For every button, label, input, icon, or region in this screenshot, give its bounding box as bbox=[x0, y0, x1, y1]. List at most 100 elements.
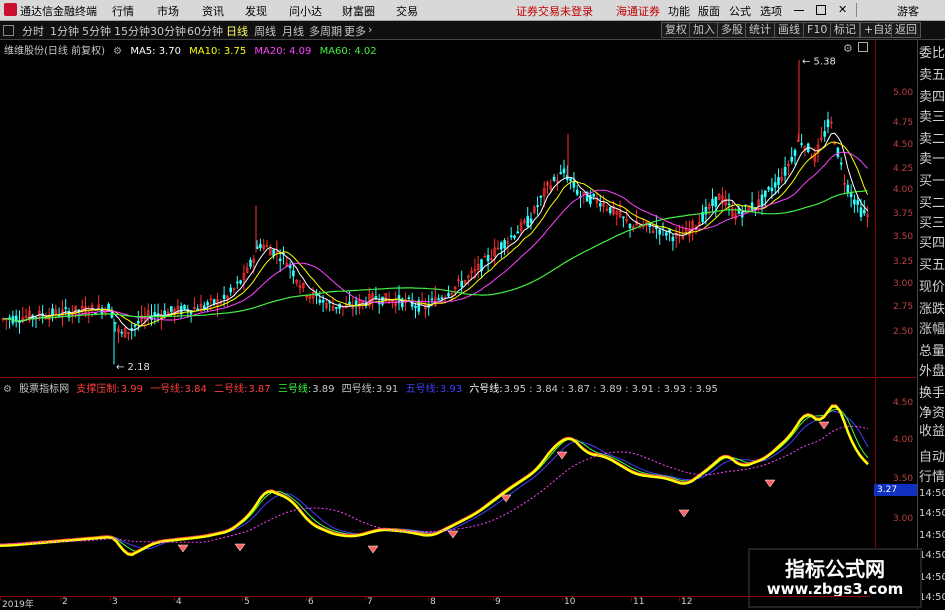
candle-body bbox=[236, 281, 239, 284]
quote-panel-item[interactable]: 卖三 bbox=[919, 106, 945, 125]
tab-30min[interactable]: 30分钟 bbox=[150, 23, 186, 39]
tab-5min[interactable]: 5分钟 bbox=[82, 23, 111, 39]
candle-body bbox=[622, 216, 625, 219]
y-tick: 2.75 bbox=[893, 302, 914, 312]
close-icon[interactable]: ✕ bbox=[838, 3, 847, 16]
quote-panel-item[interactable]: 委比 bbox=[919, 42, 945, 61]
date-label: 7 bbox=[367, 597, 373, 607]
quote-panel-item[interactable]: 买三 bbox=[919, 212, 945, 231]
tab-daily[interactable]: 日线 bbox=[226, 23, 248, 39]
menu-zixun[interactable]: 资讯 bbox=[202, 3, 224, 19]
chart-maximize-icon[interactable] bbox=[858, 42, 868, 52]
menu-shichang[interactable]: 市场 bbox=[157, 3, 179, 19]
quote-panel-item[interactable]: 外盘 bbox=[919, 360, 945, 379]
tab-monthly[interactable]: 月线 bbox=[282, 23, 304, 39]
minimize-icon[interactable] bbox=[794, 10, 804, 11]
y-tick: 3.75 bbox=[893, 209, 914, 219]
guest-label[interactable]: 游客 bbox=[897, 3, 919, 19]
low-annotation: ← 2.18 bbox=[116, 362, 150, 373]
candle-body bbox=[486, 254, 490, 262]
quote-panel-item[interactable]: 14:50 bbox=[919, 550, 945, 561]
line-label-3: 三号线: bbox=[277, 384, 312, 395]
candle-body bbox=[760, 194, 764, 206]
chevron-right-icon[interactable]: › bbox=[368, 23, 372, 36]
indicator-chart[interactable] bbox=[0, 396, 875, 596]
draw-line-button[interactable]: 画线 bbox=[774, 22, 804, 38]
back-button[interactable]: 返回 bbox=[891, 22, 921, 38]
quote-panel-item[interactable]: 净资 bbox=[919, 402, 945, 421]
account-status[interactable]: 证券交易未登录 bbox=[516, 3, 593, 19]
indicator-settings-icon[interactable]: ⚙ bbox=[3, 384, 12, 395]
tab-1min[interactable]: 1分钟 bbox=[50, 23, 79, 39]
quote-panel-item[interactable]: 自动 bbox=[919, 446, 945, 465]
menu-xuanxiang[interactable]: 选项 bbox=[760, 3, 782, 19]
quote-panel-item[interactable]: 总量 bbox=[919, 340, 945, 359]
y-tick: 3.25 bbox=[893, 257, 914, 267]
candle-body bbox=[783, 166, 787, 176]
date-tick bbox=[562, 597, 563, 601]
menu-faxian[interactable]: 发现 bbox=[245, 3, 267, 19]
maximize-icon[interactable] bbox=[816, 5, 826, 15]
date-tick bbox=[242, 597, 243, 601]
indicator-info: ⚙ 股票指标网 支撑压制:3.99 一号线:3.84 二号线:3.87 三号线:… bbox=[0, 380, 870, 395]
quote-panel-item[interactable]: 14:50 bbox=[919, 592, 945, 603]
menu-banmian[interactable]: 版面 bbox=[698, 3, 720, 19]
quote-panel-item[interactable]: 行情 bbox=[919, 466, 945, 485]
tab-60min[interactable]: 60分钟 bbox=[187, 23, 223, 39]
add-button[interactable]: 加入 bbox=[689, 22, 719, 38]
menu-gongneng[interactable]: 功能 bbox=[668, 3, 690, 19]
app-title: 通达信金融终端 bbox=[20, 5, 97, 18]
multi-stock-button[interactable]: 多股 bbox=[717, 22, 747, 38]
menu-gongshi[interactable]: 公式 bbox=[729, 3, 751, 19]
date-label: 4 bbox=[176, 597, 182, 607]
candle-body bbox=[509, 235, 513, 238]
tab-weekly[interactable]: 周线 bbox=[254, 23, 276, 39]
date-label: 9 bbox=[495, 597, 501, 607]
quote-panel-item[interactable]: 买一 bbox=[919, 170, 945, 189]
f10-button[interactable]: F10 bbox=[803, 22, 832, 38]
menu-wenxiaoda[interactable]: 问小达 bbox=[289, 3, 322, 19]
candle-body bbox=[137, 320, 140, 324]
mark-button[interactable]: 标记 bbox=[830, 22, 860, 38]
quote-panel-item[interactable]: 买四 bbox=[919, 232, 945, 251]
candle-body bbox=[133, 324, 137, 327]
panel-toggle-icon[interactable] bbox=[3, 25, 14, 36]
tab-15min[interactable]: 15分钟 bbox=[114, 23, 150, 39]
tab-more[interactable]: 更多 bbox=[344, 23, 366, 39]
quote-panel-item[interactable]: 14:50 bbox=[919, 488, 945, 499]
candle-body bbox=[278, 258, 282, 262]
quote-panel-item[interactable]: 买二 bbox=[919, 192, 945, 211]
chart-settings-icon[interactable]: ⚙ bbox=[843, 42, 853, 55]
quote-panel-item[interactable]: 卖二 bbox=[919, 128, 945, 147]
period-toolbar: 分时 1分钟 5分钟 15分钟 30分钟 60分钟 日线 周线 月线 多周期 更… bbox=[0, 21, 945, 40]
date-axis: 2019年 2 3 4 5 6 7 8 9 10 11 12 bbox=[0, 596, 870, 610]
quote-panel-item[interactable]: 收益 bbox=[919, 420, 945, 439]
candle-body bbox=[130, 328, 133, 330]
quote-panel-item[interactable]: 涨幅 bbox=[919, 318, 945, 337]
quote-panel-item[interactable]: 卖一 bbox=[919, 148, 945, 167]
fuquan-button[interactable]: 复权 bbox=[661, 22, 691, 38]
menu-jiaoyi[interactable]: 交易 bbox=[396, 3, 418, 19]
indicator-line-5 bbox=[0, 410, 869, 550]
quote-panel-item[interactable]: 14:50 bbox=[919, 530, 945, 541]
candlestick-chart[interactable]: ← 5.38 ← 2.18 bbox=[0, 56, 875, 376]
quote-panel-item[interactable]: 现价 bbox=[919, 276, 945, 295]
quote-panel-item[interactable]: 14:50 bbox=[919, 508, 945, 519]
date-label: 5 bbox=[244, 597, 250, 607]
quote-panel-item[interactable]: 14:50 bbox=[919, 572, 945, 583]
quote-panel-item[interactable]: 买五 bbox=[919, 254, 945, 273]
tab-multi-period[interactable]: 多周期 bbox=[309, 23, 342, 39]
menu-hangqing[interactable]: 行情 bbox=[112, 3, 134, 19]
candle-body bbox=[569, 178, 572, 181]
quote-panel-item[interactable]: 卖五 bbox=[919, 64, 945, 83]
candle-body bbox=[414, 305, 417, 308]
quote-panel-item[interactable]: 涨跌 bbox=[919, 298, 945, 317]
candle-body bbox=[292, 270, 295, 277]
candle-body bbox=[598, 203, 602, 207]
tab-fenshi[interactable]: 分时 bbox=[22, 23, 44, 39]
menu-caifuquan[interactable]: 财富圈 bbox=[342, 3, 375, 19]
stats-button[interactable]: 统计 bbox=[745, 22, 775, 38]
indicator-name: 股票指标网 bbox=[19, 384, 70, 395]
quote-panel-item[interactable]: 卖四 bbox=[919, 86, 945, 105]
quote-panel-item[interactable]: 换手 bbox=[919, 382, 945, 401]
